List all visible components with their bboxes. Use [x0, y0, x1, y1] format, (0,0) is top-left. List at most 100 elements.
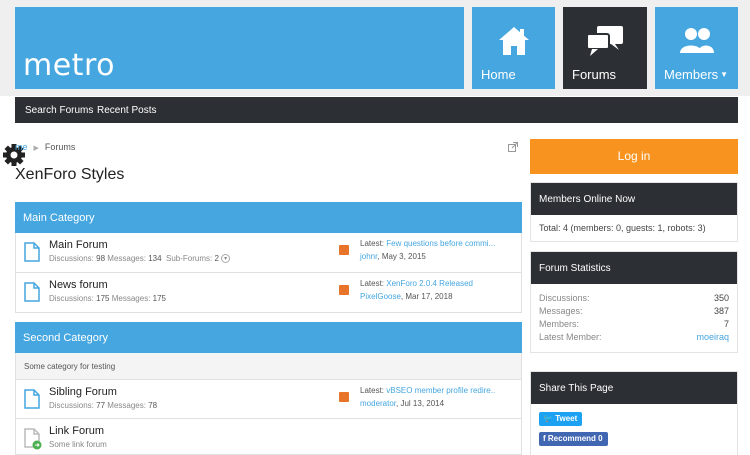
stat-row: Discussions: 350: [539, 293, 729, 306]
latest-post: Latest: Few questions before commi...: [360, 239, 495, 248]
discussions-count: 98: [96, 254, 106, 263]
latest-post: Latest: XenForo 2.0.4 Released: [360, 279, 473, 288]
latest-thread-link[interactable]: XenForo 2.0.4 Released: [386, 279, 473, 288]
forum-subtitle: Some link forum: [49, 440, 107, 449]
category-header[interactable]: Main Category: [15, 202, 522, 233]
category-header[interactable]: Second Category: [15, 322, 522, 353]
sub-navigation: Search Forums Recent Posts: [15, 97, 738, 123]
messages-count: 134: [148, 254, 162, 263]
messages-label: Messages:: [107, 401, 146, 410]
latest-post-meta: johnr, May 3, 2015: [360, 252, 426, 261]
messages-count: 175: [152, 294, 167, 303]
stat-label: Discussions:: [539, 293, 590, 303]
latest-post-meta: moderator, Jul 13, 2014: [360, 399, 445, 408]
breadcrumb: me ▶ Forums: [15, 142, 75, 152]
tweet-label: Tweet: [555, 414, 578, 423]
stat-row: Members: 7: [539, 319, 729, 332]
forum-row[interactable]: Link Forum Some link forum: [15, 419, 522, 455]
tweet-button[interactable]: 🐦 Tweet: [539, 412, 583, 426]
subnav-search-forums[interactable]: Search Forums: [25, 105, 93, 116]
forum-title[interactable]: Main Forum: [49, 239, 108, 251]
latest-post: Latest: vBSEO member profile redire..: [360, 386, 495, 395]
latest-user-link[interactable]: johnr: [360, 252, 377, 261]
share-page-block: Share This Page 🐦 Tweet f Recommend 0: [530, 371, 738, 455]
recommend-label: Recommend 0: [547, 434, 603, 443]
stat-label: Latest Member:: [539, 332, 602, 342]
forum-stats: Discussions: 98 Messages: 134 Sub-Forums…: [49, 254, 231, 264]
latest-post-meta: PixelGoose, Mar 17, 2018: [360, 292, 453, 301]
subforums-label: Sub-Forums:: [166, 254, 213, 263]
forum-stats: Discussions: 77 Messages: 78: [49, 401, 157, 410]
nav-tile-forums-label: Forums: [572, 67, 617, 82]
latest-thread-link[interactable]: vBSEO member profile redire..: [386, 386, 495, 395]
forum-title[interactable]: Sibling Forum: [49, 386, 117, 398]
forum-icon: [24, 389, 40, 412]
messages-label: Messages:: [107, 254, 146, 263]
users-icon: [678, 25, 716, 60]
subforums-dropdown-icon[interactable]: ▾: [221, 254, 231, 264]
forum-icon: [24, 282, 40, 305]
latest-date[interactable]: May 3, 2015: [382, 252, 426, 261]
subforums-count: 2: [214, 254, 219, 263]
latest-date[interactable]: Mar 17, 2018: [405, 292, 452, 301]
forum-title[interactable]: News forum: [49, 279, 108, 291]
page-title: XenForo Styles: [15, 166, 125, 183]
stat-label: Messages:: [539, 306, 583, 316]
header: metro Home Forums Members ▼: [0, 0, 750, 96]
breadcrumb-separator-icon: ▶: [33, 145, 39, 152]
rss-icon[interactable]: [339, 392, 349, 402]
stat-row: Latest Member: moeiraq: [539, 332, 729, 345]
stat-value: 387: [713, 306, 729, 316]
link-forum-icon: [24, 428, 42, 453]
nav-tile-members-label: Members: [664, 67, 719, 82]
latest-label: Latest:: [360, 239, 385, 248]
latest-label: Latest:: [360, 279, 385, 288]
breadcrumb-home[interactable]: me: [15, 142, 28, 152]
latest-user-link[interactable]: PixelGoose: [360, 292, 401, 301]
latest-member-link[interactable]: moeiraq: [696, 332, 729, 345]
discussions-count: 175: [96, 294, 110, 303]
stat-value: 7: [723, 319, 729, 329]
subnav-recent-posts[interactable]: Recent Posts: [97, 105, 156, 116]
rss-icon[interactable]: [339, 245, 349, 255]
forum-icon: [24, 242, 40, 265]
logo-tile[interactable]: metro: [15, 7, 464, 89]
login-button[interactable]: Log in: [530, 139, 738, 174]
facebook-recommend-button[interactable]: f Recommend 0: [539, 432, 608, 446]
nav-tile-home[interactable]: Home: [472, 7, 555, 89]
rss-icon[interactable]: [339, 285, 349, 295]
twitter-bird-icon: 🐦: [543, 414, 553, 423]
chat-bubbles-icon: [585, 25, 625, 62]
forum-row[interactable]: Main Forum Discussions: 98 Messages: 134…: [15, 233, 522, 273]
messages-count: 78: [148, 401, 158, 410]
external-link-icon[interactable]: [508, 142, 518, 155]
latest-date[interactable]: Jul 13, 2014: [400, 399, 444, 408]
latest-user-link[interactable]: moderator: [360, 399, 396, 408]
discussions-label: Discussions:: [49, 401, 94, 410]
breadcrumb-forums[interactable]: Forums: [45, 142, 76, 152]
discussions-count: 77: [96, 401, 106, 410]
site-logo[interactable]: metro: [23, 48, 115, 83]
members-online-text: Total: 4 (members: 0, guests: 1, robots:…: [539, 223, 706, 233]
facebook-icon: f: [543, 434, 546, 443]
latest-thread-link[interactable]: Few questions before commi...: [386, 239, 495, 248]
discussions-label: Discussions:: [49, 294, 94, 303]
forum-statistics-block: Forum Statistics Discussions: 350 Message…: [530, 251, 738, 353]
forum-stats: Discussions: 175 Messages: 175: [49, 294, 166, 303]
discussions-label: Discussions:: [49, 254, 94, 263]
members-online-title: Members Online Now: [531, 183, 737, 215]
forum-row[interactable]: Sibling Forum Discussions: 77 Messages: …: [15, 379, 522, 419]
latest-label: Latest:: [360, 386, 385, 395]
stat-label: Members:: [539, 319, 580, 329]
nav-tile-forums[interactable]: Forums: [563, 7, 647, 89]
stat-row: Messages: 387: [539, 306, 729, 319]
members-online-block: Members Online Now Total: 4 (members: 0,…: [530, 182, 738, 242]
share-page-title: Share This Page: [531, 372, 737, 404]
nav-tile-home-label: Home: [481, 67, 516, 82]
messages-label: Messages:: [111, 294, 151, 303]
chevron-down-icon[interactable]: ▼: [720, 70, 728, 79]
forum-row[interactable]: News forum Discussions: 175 Messages: 17…: [15, 273, 522, 313]
nav-tile-members[interactable]: Members ▼: [655, 7, 738, 89]
forum-statistics-title: Forum Statistics: [531, 252, 737, 284]
forum-title[interactable]: Link Forum: [49, 425, 104, 437]
